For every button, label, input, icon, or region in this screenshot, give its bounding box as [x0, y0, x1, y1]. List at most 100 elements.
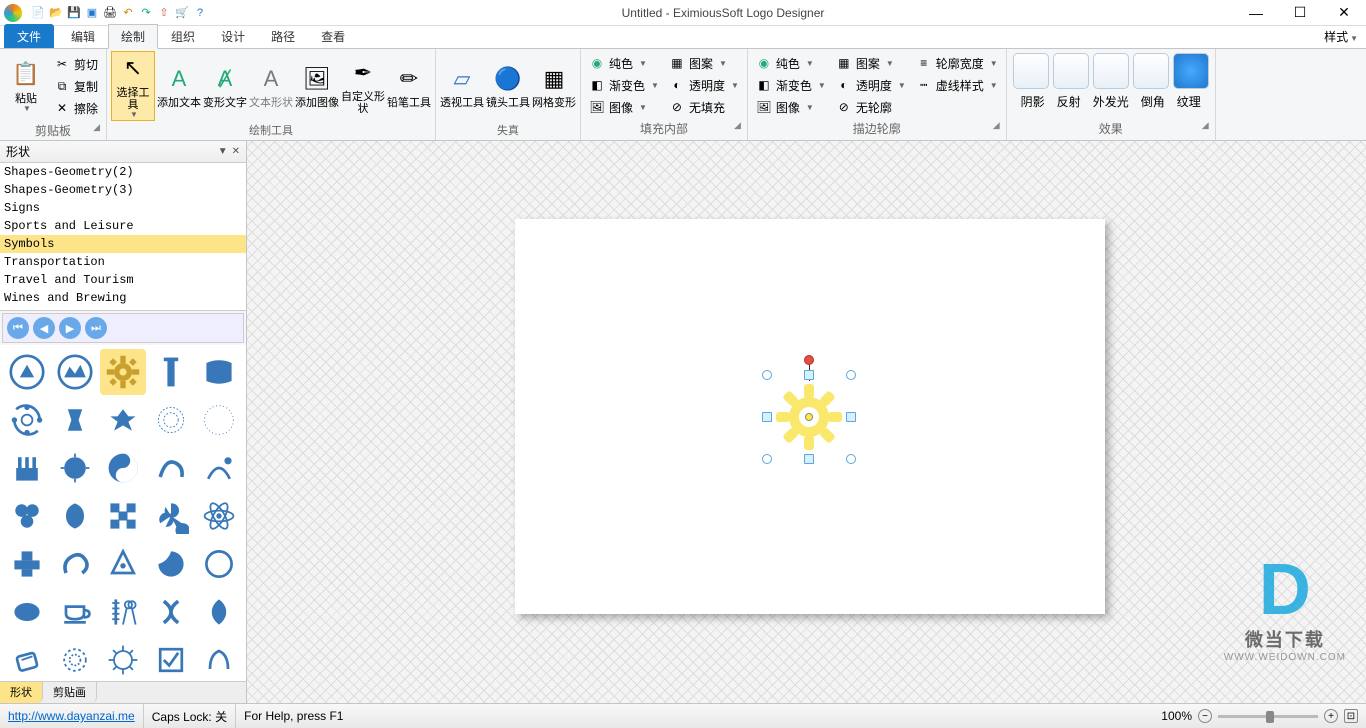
shape-item[interactable] — [100, 637, 146, 681]
shape-item-gear[interactable] — [100, 349, 146, 395]
shape-item[interactable] — [52, 349, 98, 395]
zoom-slider[interactable] — [1218, 715, 1318, 718]
resize-handle-n[interactable] — [804, 370, 814, 380]
shape-item[interactable] — [4, 541, 50, 587]
category-item[interactable]: Signs — [0, 199, 246, 217]
fx-reflect-button[interactable] — [1053, 53, 1089, 89]
help-icon[interactable]: ? — [192, 5, 208, 21]
stroke-opacity-button[interactable]: ◐透明度▼ — [832, 74, 910, 96]
shape-item[interactable] — [100, 589, 146, 635]
shape-item[interactable] — [148, 397, 194, 443]
zoom-fit-button[interactable]: ⊡ — [1344, 709, 1358, 723]
tab-design[interactable]: 设计 — [208, 24, 258, 48]
shape-item[interactable] — [52, 637, 98, 681]
pencil-button[interactable]: ✏铅笔工具 — [387, 51, 431, 121]
shape-item[interactable] — [148, 637, 194, 681]
shape-item[interactable] — [52, 445, 98, 491]
shape-item[interactable] — [100, 445, 146, 491]
fill-none-button[interactable]: ⊘无填充 — [665, 96, 743, 118]
panel-dropdown-icon[interactable]: ▼ — [218, 146, 228, 157]
stroke-pattern-button[interactable]: ▦图案▼ — [832, 52, 910, 74]
category-item[interactable]: Shapes-Geometry(2) — [0, 163, 246, 181]
close-button[interactable]: ✕ — [1322, 0, 1366, 26]
selected-object[interactable] — [767, 375, 851, 459]
shape-item[interactable] — [100, 541, 146, 587]
fill-opacity-button[interactable]: ◐透明度▼ — [665, 74, 743, 96]
shape-item[interactable] — [4, 493, 50, 539]
shape-item[interactable] — [52, 541, 98, 587]
center-handle[interactable] — [805, 413, 813, 421]
rotation-handle[interactable] — [804, 355, 814, 365]
saveall-icon[interactable]: ▣ — [84, 5, 100, 21]
launcher-icon[interactable]: ◢ — [93, 122, 100, 133]
addimage-button[interactable]: 🖼添加图像 — [295, 51, 339, 121]
shape-item[interactable] — [52, 589, 98, 635]
zoom-out-button[interactable]: − — [1198, 709, 1212, 723]
shape-item[interactable] — [100, 493, 146, 539]
upload-icon[interactable]: ⇧ — [156, 5, 172, 21]
fx-texture-button[interactable] — [1173, 53, 1209, 89]
save-icon[interactable]: 💾 — [66, 5, 82, 21]
tab-path[interactable]: 路径 — [258, 24, 308, 48]
textshape-button[interactable]: A文本形状 — [249, 51, 293, 121]
status-url[interactable]: http://www.dayanzai.me — [0, 704, 144, 728]
resize-handle-se[interactable] — [846, 454, 856, 464]
bottom-tab-clipart[interactable]: 剪贴画 — [43, 682, 97, 703]
tab-file[interactable]: 文件 — [4, 24, 54, 48]
shape-item[interactable] — [196, 541, 242, 587]
zoom-in-button[interactable]: + — [1324, 709, 1338, 723]
shape-item[interactable] — [52, 397, 98, 443]
new-icon[interactable]: 📄 — [30, 5, 46, 21]
category-list[interactable]: Shapes-Geometry(2) Shapes-Geometry(3) Si… — [0, 163, 246, 311]
fill-solid-button[interactable]: ◉纯色▼ — [585, 52, 663, 74]
tab-draw[interactable]: 绘制 — [108, 24, 158, 49]
launcher-icon[interactable]: ◢ — [993, 120, 1000, 131]
shape-item[interactable] — [4, 589, 50, 635]
redo-icon[interactable]: ↷ — [138, 5, 154, 21]
shape-item[interactable] — [4, 397, 50, 443]
category-item[interactable]: Transportation — [0, 253, 246, 271]
tab-view[interactable]: 查看 — [308, 24, 358, 48]
shape-item[interactable] — [148, 445, 194, 491]
paste-button[interactable]: 📋粘贴▼ — [4, 51, 48, 121]
stroke-gradient-button[interactable]: ◧渐变色▼ — [752, 74, 830, 96]
shape-item[interactable] — [148, 493, 194, 539]
addtext-button[interactable]: A添加文本 — [157, 51, 201, 121]
stroke-none-button[interactable]: ⊘无轮廓 — [832, 96, 910, 118]
print-icon[interactable]: 🖨 — [102, 5, 118, 21]
zoom-value[interactable]: 100% — [1161, 709, 1192, 723]
fx-glow-button[interactable] — [1093, 53, 1129, 89]
resize-handle-ne[interactable] — [846, 370, 856, 380]
erase-button[interactable]: ✕擦除 — [50, 97, 102, 119]
tab-organize[interactable]: 组织 — [158, 24, 208, 48]
fill-gradient-button[interactable]: ◧渐变色▼ — [585, 74, 663, 96]
resize-handle-nw[interactable] — [762, 370, 772, 380]
fill-pattern-button[interactable]: ▦图案▼ — [665, 52, 743, 74]
nav-next-icon[interactable]: ▶ — [59, 317, 81, 339]
copy-button[interactable]: ⧉复制 — [50, 75, 102, 97]
launcher-icon[interactable]: ◢ — [734, 120, 741, 131]
canvas-area[interactable]: D 微当下载 WWW.WEIDOWN.COM — [247, 141, 1366, 703]
shape-item[interactable] — [196, 493, 242, 539]
tab-edit[interactable]: 编辑 — [58, 24, 108, 48]
lens-button[interactable]: 🔵镜头工具 — [486, 51, 530, 121]
category-item[interactable]: Wines and Brewing — [0, 289, 246, 307]
category-item[interactable]: Shapes-Geometry(3) — [0, 181, 246, 199]
minimize-button[interactable]: — — [1234, 0, 1278, 26]
shape-item[interactable] — [196, 637, 242, 681]
shape-item[interactable] — [4, 637, 50, 681]
resize-handle-w[interactable] — [762, 412, 772, 422]
fill-image-button[interactable]: 🖼图像▼ — [585, 96, 663, 118]
bottom-tab-shapes[interactable]: 形状 — [0, 682, 43, 703]
select-tool-button[interactable]: ↖选择工具▼ — [111, 51, 155, 121]
fx-bevel-button[interactable] — [1133, 53, 1169, 89]
resize-handle-sw[interactable] — [762, 454, 772, 464]
shape-item[interactable] — [196, 397, 242, 443]
style-dropdown[interactable]: 样式▼ — [1316, 25, 1366, 48]
open-icon[interactable]: 📂 — [48, 5, 64, 21]
nav-first-icon[interactable]: ⏮ — [7, 317, 29, 339]
cart-icon[interactable]: 🛒 — [174, 5, 190, 21]
category-item[interactable]: Travel and Tourism — [0, 271, 246, 289]
shape-item[interactable] — [148, 589, 194, 635]
shape-item[interactable] — [4, 349, 50, 395]
